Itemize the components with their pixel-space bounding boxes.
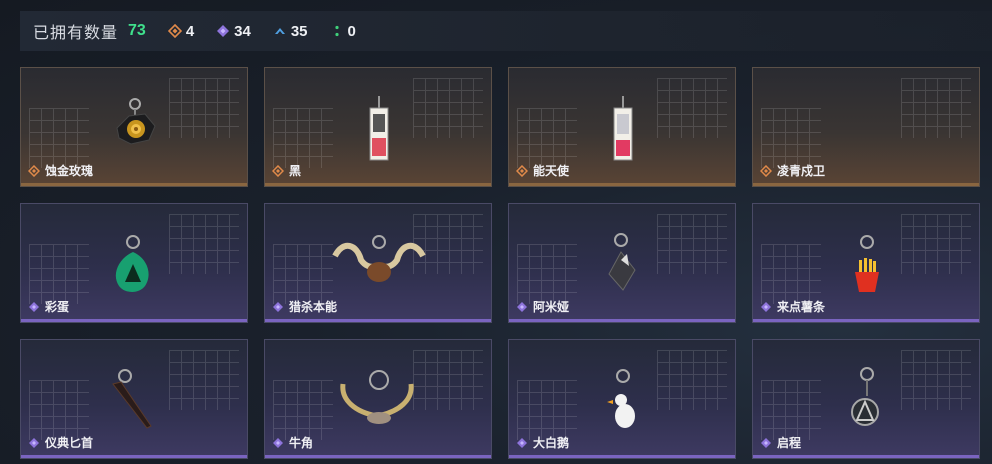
charm-card[interactable]: 仪典匕首 bbox=[20, 339, 248, 459]
orange-rarity-icon bbox=[28, 164, 40, 177]
purple-diamond-icon bbox=[217, 25, 230, 37]
charm-card[interactable]: 猎杀本能 bbox=[264, 203, 492, 323]
owned-count-label: 已拥有数量 bbox=[33, 25, 119, 42]
charm-card[interactable]: 彩蛋 bbox=[20, 203, 248, 323]
purple-rarity-icon bbox=[273, 437, 283, 448]
green-egg-charm-icon bbox=[115, 235, 149, 292]
stat-green: 0 bbox=[330, 23, 356, 40]
charm-name: 猎杀本能 bbox=[289, 300, 338, 314]
goose-charm-icon bbox=[607, 369, 635, 428]
stat-blue: 35 bbox=[273, 23, 308, 40]
charm-name: 大白鹅 bbox=[533, 436, 570, 450]
charm-name: 蚀金玫瑰 bbox=[45, 164, 94, 178]
blue-chevron-icon bbox=[274, 28, 285, 34]
stat-orange-value: 4 bbox=[185, 22, 195, 40]
tag-charm-icon bbox=[613, 96, 633, 161]
dagger-charm-icon bbox=[112, 369, 152, 429]
charm-name: 彩蛋 bbox=[45, 300, 70, 314]
purple-rarity-icon bbox=[517, 437, 527, 448]
orange-diamond-icon bbox=[167, 24, 182, 38]
stat-orange: 4 bbox=[167, 22, 195, 40]
purple-rarity-icon bbox=[29, 301, 39, 312]
charm-name: 牛角 bbox=[289, 436, 314, 450]
charm-card[interactable]: 蚀金玫瑰 bbox=[20, 67, 248, 187]
bunny-charm-icon bbox=[608, 233, 636, 291]
charm-card[interactable]: 阿米娅 bbox=[508, 203, 736, 323]
stat-purple-value: 34 bbox=[234, 22, 251, 40]
green-dots-icon bbox=[334, 25, 339, 37]
charm-name: 来点薯条 bbox=[777, 300, 826, 314]
collection-summary-bar: 已拥有数量 73 4 34 35 0 bbox=[20, 11, 992, 51]
purple-rarity-icon bbox=[761, 437, 771, 448]
charm-card[interactable]: 能天使 bbox=[508, 67, 736, 187]
charm-name: 能天使 bbox=[533, 164, 570, 178]
tag-charm-icon bbox=[369, 96, 389, 161]
charm-name: 黑 bbox=[289, 164, 302, 178]
charm-card[interactable]: 凌青戍卫 bbox=[752, 67, 980, 187]
purple-rarity-icon bbox=[761, 301, 771, 312]
charm-card[interactable]: 黑 bbox=[264, 67, 492, 187]
charm-name: 阿米娅 bbox=[533, 300, 570, 314]
orange-rarity-icon bbox=[272, 164, 284, 177]
emblem-charm-icon bbox=[851, 367, 879, 426]
charm-name: 凌青戍卫 bbox=[777, 164, 826, 178]
orange-rarity-icon bbox=[760, 164, 772, 177]
charm-card[interactable]: 启程 bbox=[752, 339, 980, 459]
charm-card[interactable]: 牛角 bbox=[264, 339, 492, 459]
stat-green-value: 0 bbox=[347, 22, 356, 40]
horn-charm-icon bbox=[340, 370, 414, 424]
owned-count-value: 73 bbox=[128, 22, 146, 39]
charm-card[interactable]: 大白鹅 bbox=[508, 339, 736, 459]
antler-charm-icon bbox=[332, 235, 426, 282]
purple-rarity-icon bbox=[29, 437, 39, 448]
charm-name: 仪典匕首 bbox=[45, 436, 94, 450]
stat-purple: 34 bbox=[216, 23, 251, 40]
charm-card[interactable]: 来点薯条 bbox=[752, 203, 980, 323]
orange-rarity-icon bbox=[516, 164, 528, 177]
fries-charm-icon bbox=[855, 235, 879, 292]
charm-name: 启程 bbox=[777, 436, 802, 450]
stat-blue-value: 35 bbox=[290, 22, 308, 40]
purple-rarity-icon bbox=[273, 301, 283, 312]
purple-rarity-icon bbox=[517, 301, 527, 312]
golden-rose-charm-icon bbox=[116, 98, 156, 145]
